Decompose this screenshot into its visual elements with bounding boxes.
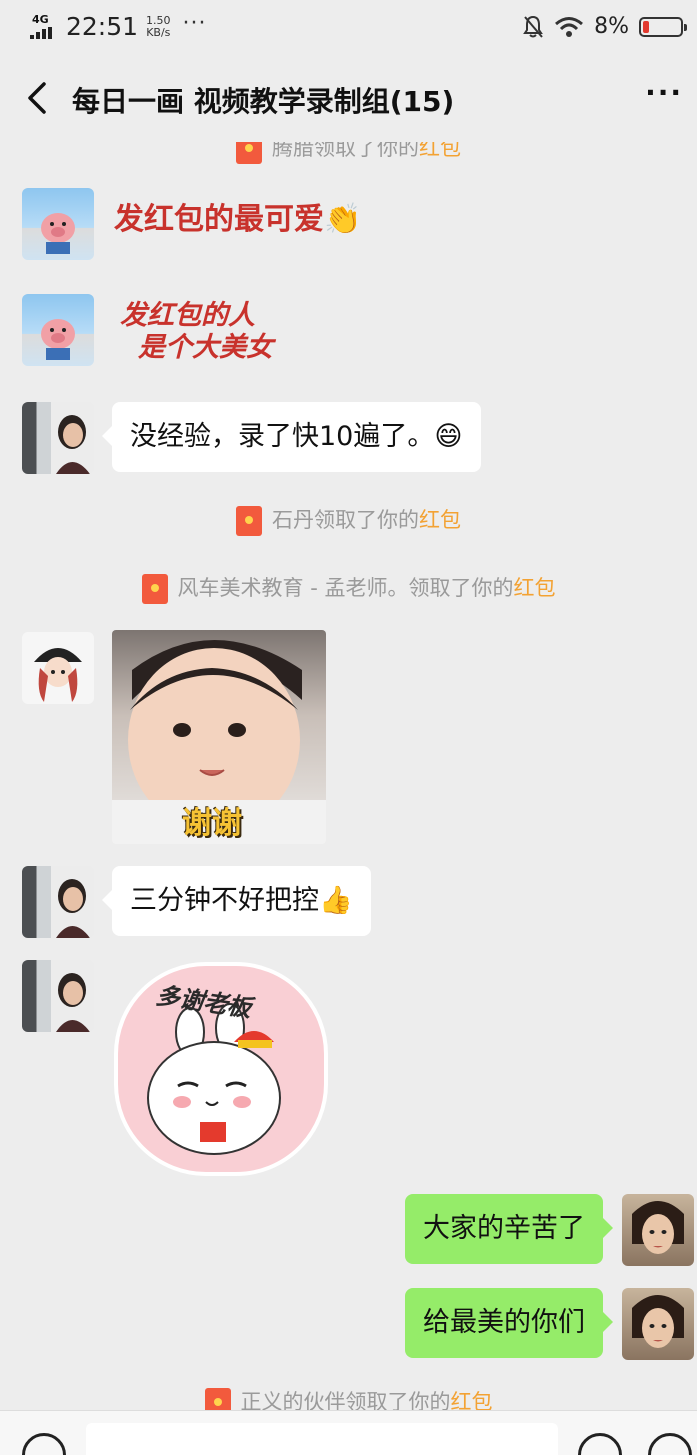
lady-avatar-image [632, 1201, 684, 1254]
woman-avatar-image [56, 415, 90, 474]
emoji-icon[interactable] [578, 1433, 622, 1455]
input-bar [0, 1410, 697, 1455]
red-packet-icon [141, 574, 168, 604]
system-message: 风车美术教育 - 孟老师。领取了你的红包 [0, 572, 697, 604]
plus-icon[interactable] [648, 1433, 692, 1455]
avatar[interactable] [22, 294, 94, 366]
red-packet-icon [236, 142, 262, 164]
red-packet-link[interactable]: 红包 [419, 142, 461, 160]
avatar-self[interactable] [622, 1194, 694, 1266]
woman-avatar-image [56, 973, 90, 1032]
pig-avatar-image [41, 213, 75, 254]
message-bubble[interactable]: 没经验，录了快10遍了。😄 [102, 402, 481, 472]
cartoon-girl-avatar-image [34, 648, 82, 702]
pig-avatar-image [41, 319, 75, 360]
sticker-message[interactable]: 发红包的最可爱👏 [114, 194, 361, 238]
message-list[interactable]: 腾腊领取了你的红包 发红包的最可爱👏 发红包的人 是个大美女 没经验，录了快10… [0, 142, 697, 1410]
avatar[interactable] [22, 960, 94, 1032]
red-packet-icon [204, 1388, 231, 1410]
avatar-self[interactable] [622, 1288, 694, 1360]
avatar[interactable] [22, 402, 94, 474]
signal-icon: 4G [30, 13, 60, 41]
grin-emoji: 😄 [434, 421, 463, 452]
message-bubble-outgoing[interactable]: 给最美的你们 [405, 1288, 613, 1358]
wifi-icon [555, 16, 584, 37]
avatar[interactable] [22, 632, 94, 704]
status-time: 22:51 [66, 12, 139, 41]
status-bar: 4G 22:51 1.50 KB/s ··· 8% [0, 0, 697, 56]
chat-header: 每日一画 视频教学录制组(15) ··· [0, 56, 697, 142]
red-packet-icon [236, 506, 262, 536]
red-packet-link[interactable]: 红包 [451, 1390, 493, 1410]
avatar[interactable] [22, 866, 94, 938]
network-speed: 1.50 KB/s [146, 13, 171, 39]
battery-percent: 8% [594, 14, 629, 39]
avatar[interactable] [22, 188, 94, 260]
chevron-left-icon[interactable] [20, 78, 60, 118]
system-message: 腾腊领取了你的红包 [0, 142, 697, 164]
photo-message[interactable]: 谢谢 [112, 630, 326, 844]
status-more-icon: ··· [182, 11, 207, 36]
system-message: 石丹领取了你的红包 [0, 504, 697, 536]
sticker-message[interactable]: 多谢老板 [114, 962, 328, 1176]
network-type: 4G [32, 12, 49, 26]
system-message: 正义的伙伴领取了你的红包 [0, 1386, 697, 1410]
red-packet-link[interactable]: 红包 [513, 576, 555, 600]
mute-bell-icon [523, 15, 543, 38]
red-packet-link[interactable]: 红包 [419, 508, 461, 532]
battery-icon [639, 16, 687, 37]
more-options-icon[interactable]: ··· [645, 76, 683, 109]
clap-emoji: 👏 [324, 202, 362, 237]
image-caption: 谢谢 [182, 806, 242, 841]
message-input[interactable] [86, 1423, 558, 1455]
sticker-message[interactable]: 发红包的人 是个大美女 [120, 300, 273, 364]
message-bubble[interactable]: 三分钟不好把控👍 [102, 866, 371, 936]
message-bubble-outgoing[interactable]: 大家的辛苦了 [405, 1194, 613, 1264]
voice-icon[interactable] [22, 1433, 66, 1455]
woman-avatar-image [56, 879, 90, 938]
chat-title: 每日一画 视频教学录制组(15) [72, 85, 455, 118]
lady-avatar-image [632, 1295, 684, 1348]
thumbs-up-emoji: 👍 [319, 885, 353, 916]
